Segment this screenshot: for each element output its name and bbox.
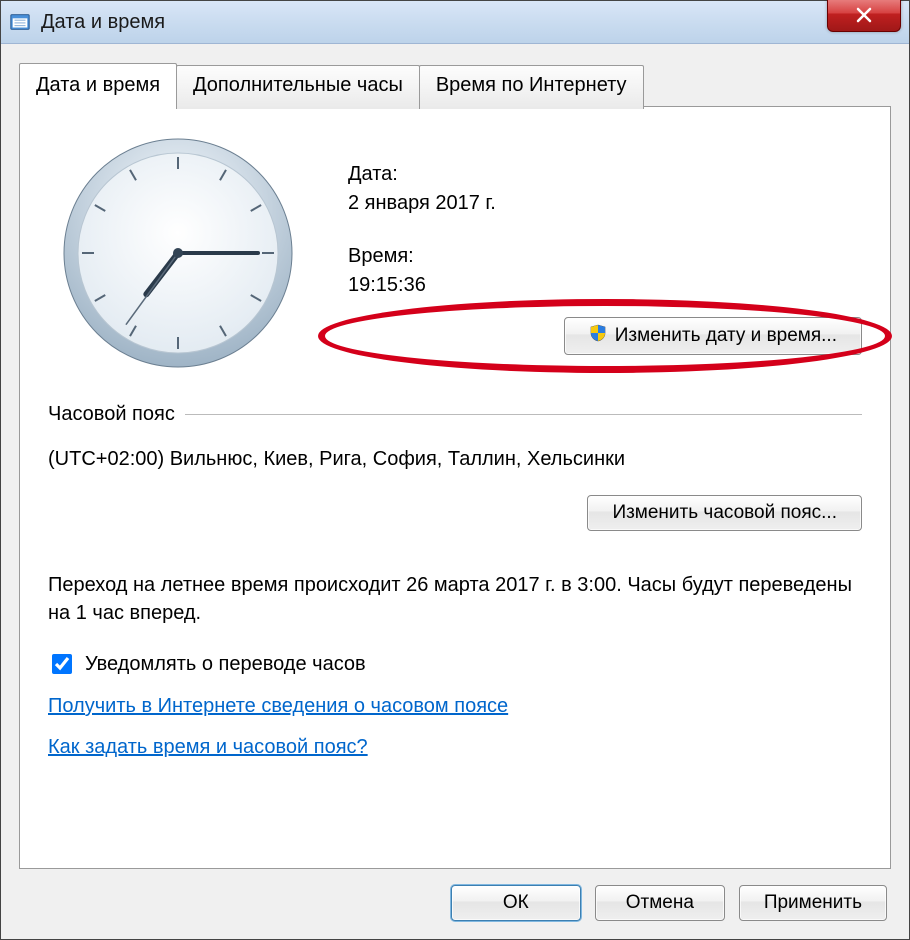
tab-label: Дополнительные часы (193, 74, 403, 96)
dialog-window: Дата и время Дата и время Дополнительные… (0, 0, 910, 940)
dst-notify-label: Уведомлять о переводе часов (85, 653, 366, 676)
change-timezone-button[interactable]: Изменить часовой пояс... (587, 495, 862, 531)
cancel-label: Отмена (626, 892, 694, 914)
tab-additional-clocks[interactable]: Дополнительные часы (176, 65, 420, 109)
dst-info-text: Переход на летнее время происходит 26 ма… (48, 571, 862, 627)
cancel-button[interactable]: Отмена (595, 885, 725, 921)
tab-label: Время по Интернету (436, 74, 627, 96)
client-area: Дата и время Дополнительные часы Время п… (1, 44, 909, 939)
analog-clock (48, 133, 308, 373)
datetime-info: Дата: 2 января 2017 г. Время: 19:15:36 (348, 133, 862, 373)
titlebar[interactable]: Дата и время (1, 1, 909, 44)
shield-icon (589, 324, 607, 348)
datetime-row: Дата: 2 января 2017 г. Время: 19:15:36 (48, 133, 862, 373)
apply-label: Применить (764, 892, 862, 914)
timezone-section-label: Часовой пояс (48, 403, 175, 426)
tab-internet-time[interactable]: Время по Интернету (419, 65, 644, 109)
change-datetime-button[interactable]: Изменить дату и время... (564, 317, 862, 355)
tab-strip: Дата и время Дополнительные часы Время п… (19, 62, 891, 106)
datetime-cpl-icon (9, 11, 31, 33)
date-value: 2 января 2017 г. (348, 192, 862, 215)
clock-face-icon (58, 133, 298, 373)
dst-notify-checkbox[interactable] (52, 654, 72, 674)
divider (185, 414, 862, 415)
link-timezone-info[interactable]: Получить в Интернете сведения о часовом … (48, 695, 508, 718)
window-title: Дата и время (41, 11, 165, 34)
tab-panel-datetime: Дата: 2 января 2017 г. Время: 19:15:36 (19, 106, 891, 869)
change-timezone-label: Изменить часовой пояс... (612, 502, 837, 524)
timezone-section-header: Часовой пояс (48, 403, 862, 426)
tab-datetime[interactable]: Дата и время (19, 63, 177, 107)
close-icon (855, 6, 873, 24)
dialog-button-row: ОК Отмена Применить (19, 885, 891, 921)
timezone-value: (UTC+02:00) Вильнюс, Киев, Рига, София, … (48, 448, 862, 471)
dst-notify-row[interactable]: Уведомлять о переводе часов (48, 651, 862, 677)
time-value: 19:15:36 (348, 274, 862, 297)
tab-label: Дата и время (36, 74, 160, 96)
date-label: Дата: (348, 163, 862, 186)
time-label: Время: (348, 245, 862, 268)
close-button[interactable] (827, 0, 901, 32)
link-howto-set-time[interactable]: Как задать время и часовой пояс? (48, 736, 368, 759)
apply-button[interactable]: Применить (739, 885, 887, 921)
ok-button[interactable]: ОК (451, 885, 581, 921)
change-datetime-label: Изменить дату и время... (615, 325, 837, 347)
ok-label: ОК (503, 892, 529, 914)
